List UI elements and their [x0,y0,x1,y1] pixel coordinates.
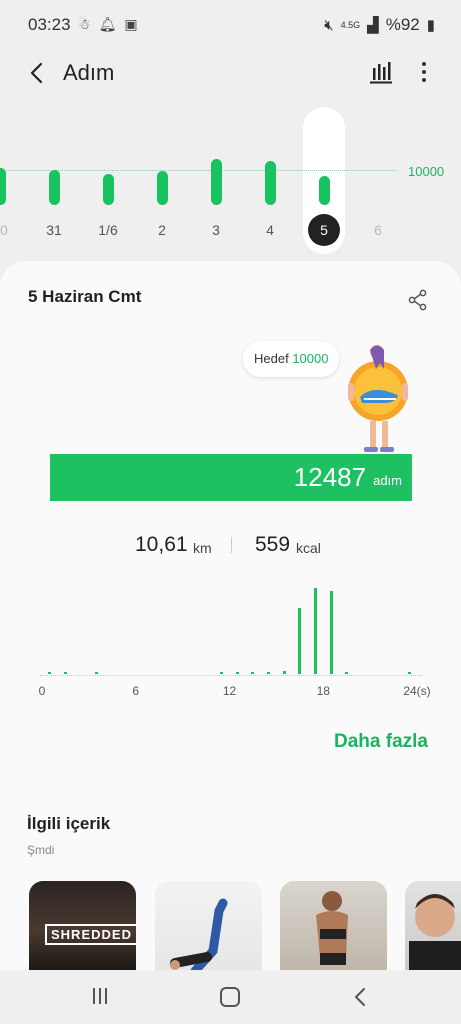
hour-bar [235,672,239,674]
day-bar[interactable] [264,160,276,205]
more-options-button[interactable] [414,58,434,86]
status-notification-icons: ☃ 🔔︎ ▣ [78,16,138,33]
hour-bar [298,608,302,674]
hour-chart-baseline [40,675,422,676]
steps-value: 12487 [293,462,367,492]
fitness-photo-icon [316,891,348,965]
week-step-chart: 10000 30 31 1/6 234 5 6 [0,100,461,260]
back-arrow-icon [30,62,43,84]
status-bar: 03:23 ☃ 🔔︎ ▣ 🔇︎ 4.5G ▟ %92 ▮ [0,0,461,52]
related-item[interactable] [280,881,387,971]
day-label[interactable]: 31 [34,222,74,238]
day-stats: 10,61 km 559 kcal [0,531,461,561]
hour-bar [407,672,411,674]
goal-bubble: Hedef 10000 [243,341,340,377]
day-label[interactable]: 3 [196,222,236,238]
day-detail-card: 5 Haziran Cmt Hedef 10000 12487 adım 10,… [0,261,461,1024]
system-nav-bar [0,970,461,1024]
hour-tick-label: 6 [132,684,140,698]
day-bar[interactable] [48,169,60,205]
hour-bar [95,672,99,674]
day-bar[interactable] [156,171,168,205]
day-label[interactable]: 6 [358,222,398,238]
related-item[interactable]: SHREDDED [29,881,136,971]
goal-value: 10000 [292,351,329,366]
hourly-step-chart: 0 6 12 18 24(s) [0,579,461,709]
related-content-list: SHREDDED [0,881,461,971]
distance-unit: km [193,540,212,556]
network-type: 4.5G [340,20,361,30]
yoga-photo-icon [170,898,228,971]
related-item-label: SHREDDED [45,924,136,945]
snapchat-icon: ☃ [78,16,91,32]
related-item[interactable] [405,881,461,971]
status-system-icons: 🔇︎ 4.5G ▟ %92 ▮ [324,15,435,35]
hour-bar [48,672,52,674]
home-button[interactable] [220,987,240,1007]
hour-tick-label: 18 [316,684,330,698]
mute-icon: 🔇︎ [324,16,334,34]
more-vert-icon [422,62,426,66]
system-back-button[interactable] [350,986,372,1008]
status-time: 03:23 [28,15,71,34]
related-item[interactable] [155,881,262,971]
distance-value: 10,61 [135,533,188,556]
hour-tick-label: 12 [222,684,237,698]
chart-view-button[interactable] [368,58,394,86]
battery-icon: ▮ [426,17,435,34]
bar-chart-icon [370,62,392,84]
goal-label: 10000 [408,164,445,179]
day-bar[interactable] [0,167,6,205]
date-title: 5 Haziran Cmt [28,287,142,306]
bell-icon: 🔔︎ [98,16,117,32]
hour-bar [267,672,271,674]
recent-apps-button[interactable] [90,988,110,1006]
stats-divider [231,537,232,553]
day-bar[interactable] [318,175,330,205]
hour-bar [313,588,317,674]
goal-line [0,170,397,171]
day-label[interactable]: 2 [142,222,182,238]
related-content-subtitle: Şmdi [27,843,55,857]
related-content-title: İlgili içerik [27,814,111,833]
day-label[interactable]: 30 [0,222,20,238]
back-button[interactable] [22,56,50,90]
app-notification-icon: ▣ [124,16,138,32]
hour-bar [220,672,224,674]
portrait-photo-icon [409,894,461,971]
steps-unit: adım [373,473,402,488]
calories-unit: kcal [296,540,321,556]
hour-tick-label: 0 [38,684,46,698]
hour-bar [329,590,333,674]
signal-icon: ▟ [367,17,379,34]
hour-bar [282,671,286,674]
day-bar[interactable] [102,173,114,205]
hour-tick-label: 24(s) [403,684,431,698]
more-link[interactable]: Daha fazla [334,731,428,753]
hour-bar [345,672,349,674]
day-label[interactable]: 1/6 [88,222,128,238]
calories-value: 559 [255,533,291,556]
battery-percent: %92 [385,15,420,34]
share-icon [408,289,427,311]
goal-achieved-mascot-icon [348,345,408,452]
day-bar[interactable] [210,158,222,205]
hour-bar [251,672,255,674]
share-button[interactable] [406,288,430,312]
goal-word: Hedef [254,351,289,366]
recent-apps-icon [93,988,95,1004]
hour-bar [63,672,67,674]
chevron-left-icon [355,988,365,1006]
app-bar: Adım [0,52,461,92]
steps-total-bar: 12487 adım [50,454,412,501]
day-label[interactable]: 4 [250,222,290,238]
page-title: Adım [63,60,115,85]
day-label[interactable]: 5 [308,214,340,246]
